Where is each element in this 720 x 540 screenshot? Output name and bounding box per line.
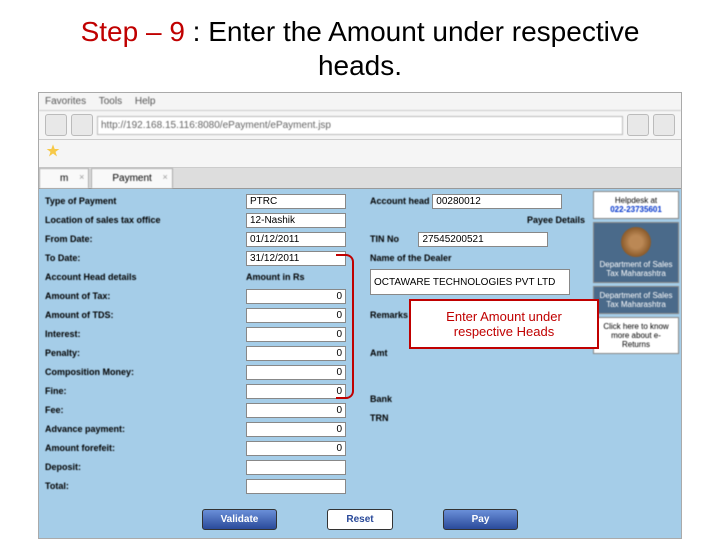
account-head-input[interactable] xyxy=(432,194,562,209)
callout-text: respective Heads xyxy=(425,324,583,339)
helpdesk-box: Helpdesk at 022-23735601 xyxy=(593,191,679,219)
url-input[interactable] xyxy=(97,116,623,135)
label: Account head xyxy=(370,196,430,206)
dept-box: Department of Sales Tax Maharashtra xyxy=(593,286,679,314)
sidebar: Helpdesk at 022-23735601 Department of S… xyxy=(591,189,681,501)
label: Amount of TDS: xyxy=(45,310,113,320)
to-date-input[interactable] xyxy=(246,251,346,266)
dealer-name-input[interactable] xyxy=(370,269,570,295)
helpdesk-number: 022-23735601 xyxy=(598,205,674,214)
menu-item[interactable]: Tools xyxy=(99,96,122,107)
label: Type of Payment xyxy=(45,196,116,206)
label: Bank xyxy=(370,394,392,404)
reset-button[interactable]: Reset xyxy=(327,509,392,530)
slide-title-rest: : Enter the Amount under respective head… xyxy=(185,16,639,81)
favorites-star-icon[interactable] xyxy=(45,143,61,159)
type-of-payment-input[interactable] xyxy=(246,194,346,209)
url-bar xyxy=(39,111,681,140)
bookmark-bar xyxy=(39,140,681,168)
returns-link[interactable]: Click here to know more about e-Returns xyxy=(598,322,674,349)
from-date-input[interactable] xyxy=(246,232,346,247)
tab-bar: m× Payment× xyxy=(39,168,681,189)
app-body: Type of Payment Location of sales tax of… xyxy=(39,189,681,501)
label: Fee: xyxy=(45,405,64,415)
label: Payee Details xyxy=(527,215,585,225)
label: From Date: xyxy=(45,234,93,244)
callout-box: Enter Amount under respective Heads xyxy=(409,299,599,349)
slide-step: Step – 9 xyxy=(81,16,185,47)
label: To Date: xyxy=(45,253,80,263)
label: Location of sales tax office xyxy=(45,215,161,225)
label: Amount of Tax: xyxy=(45,291,110,301)
dept-text: Department of Sales Tax Maharashtra xyxy=(598,291,674,309)
helpdesk-label: Helpdesk at xyxy=(598,196,674,205)
menu-item[interactable]: Favorites xyxy=(45,96,86,107)
location-input[interactable] xyxy=(246,213,346,228)
tab[interactable]: Payment× xyxy=(91,168,172,188)
left-column: Type of Payment Location of sales tax of… xyxy=(39,189,244,501)
menu-bar: Favorites Tools Help xyxy=(39,93,681,111)
forward-button[interactable] xyxy=(71,114,93,136)
button-row: Validate Reset Pay xyxy=(39,501,681,538)
tab[interactable]: m× xyxy=(39,168,89,188)
interest-input[interactable] xyxy=(246,327,346,342)
dept-text: Department of Sales Tax Maharashtra xyxy=(598,260,674,278)
refresh-button[interactable] xyxy=(627,114,649,136)
advance-input[interactable] xyxy=(246,422,346,437)
label: Amt xyxy=(370,348,388,358)
stop-button[interactable] xyxy=(653,114,675,136)
label: TRN xyxy=(370,413,389,423)
penalty-input[interactable] xyxy=(246,346,346,361)
slide-title: Step – 9 : Enter the Amount under respec… xyxy=(0,0,720,92)
forefeit-input[interactable] xyxy=(246,441,346,456)
close-icon[interactable]: × xyxy=(79,172,84,182)
total-input[interactable] xyxy=(246,479,346,494)
composition-input[interactable] xyxy=(246,365,346,380)
right-column: Account head Payee Details TIN No Name o… xyxy=(364,189,591,501)
pay-button[interactable]: Pay xyxy=(443,509,519,530)
label: Name of the Dealer xyxy=(370,253,452,263)
fine-input[interactable] xyxy=(246,384,346,399)
label: Amount in Rs xyxy=(246,272,305,282)
amount-tax-input[interactable] xyxy=(246,289,346,304)
label: Composition Money: xyxy=(45,367,134,377)
label: Deposit: xyxy=(45,462,81,472)
callout-bracket xyxy=(336,254,354,399)
label: Account Head details xyxy=(45,272,137,282)
label: Amount forefeit: xyxy=(45,443,115,453)
tin-input[interactable] xyxy=(418,232,548,247)
label: Interest: xyxy=(45,329,81,339)
label: Total: xyxy=(45,481,69,491)
dept-box: Department of Sales Tax Maharashtra xyxy=(593,222,679,283)
back-button[interactable] xyxy=(45,114,67,136)
label: Penalty: xyxy=(45,348,80,358)
label: TIN No xyxy=(370,234,399,244)
browser-window: Favorites Tools Help m× Payment× Type of… xyxy=(38,92,682,539)
fee-input[interactable] xyxy=(246,403,346,418)
close-icon[interactable]: × xyxy=(163,172,168,182)
callout-text: Enter Amount under xyxy=(425,309,583,324)
validate-button[interactable]: Validate xyxy=(202,509,278,530)
deposit-input[interactable] xyxy=(246,460,346,475)
label: Advance payment: xyxy=(45,424,125,434)
emblem-icon xyxy=(621,227,651,257)
returns-link-box[interactable]: Click here to know more about e-Returns xyxy=(593,317,679,354)
label: Fine: xyxy=(45,386,67,396)
menu-item[interactable]: Help xyxy=(135,96,156,107)
amount-tds-input[interactable] xyxy=(246,308,346,323)
